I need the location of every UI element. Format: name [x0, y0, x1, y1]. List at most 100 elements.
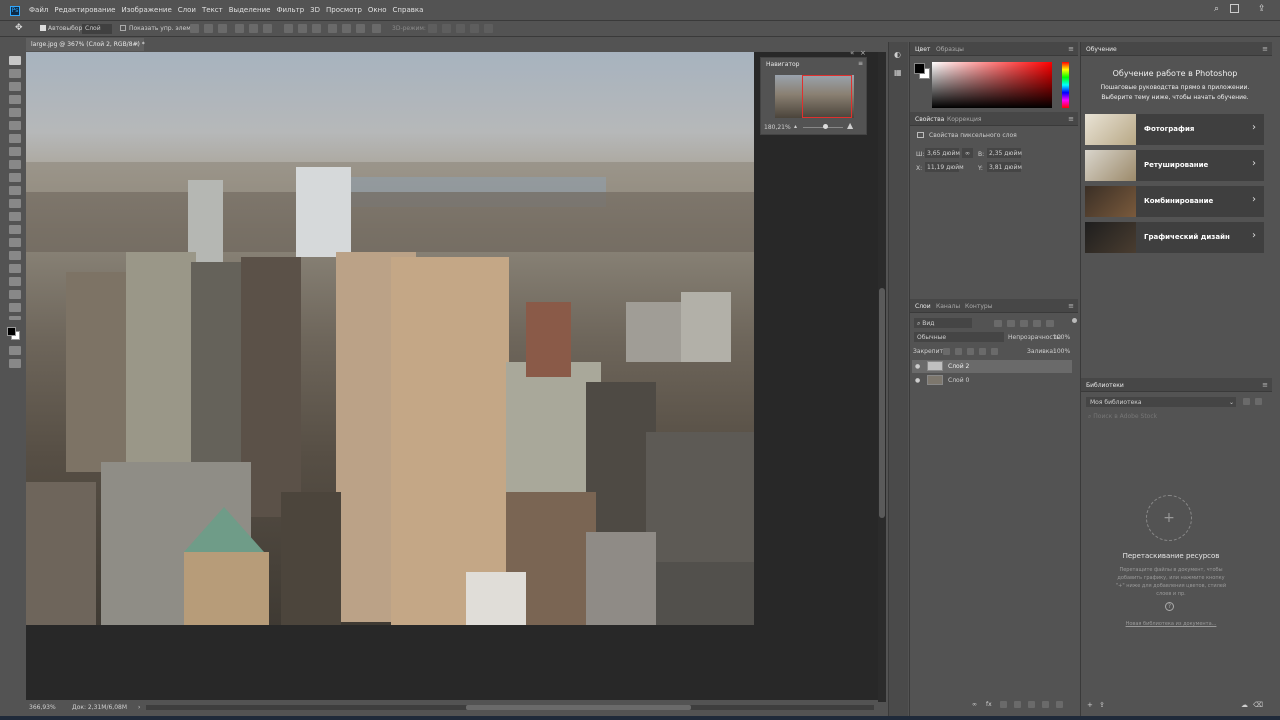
show-controls-checkbox[interactable] — [120, 25, 126, 31]
upload-icon[interactable]: ⇪ — [1099, 701, 1105, 709]
menu-help[interactable]: Справка — [393, 6, 424, 14]
dodge-tool-icon[interactable] — [9, 225, 21, 234]
panel-menu-icon[interactable]: ≡ — [1262, 381, 1268, 389]
delete-icon[interactable]: ⌫ — [1253, 701, 1263, 709]
brush-tool-icon[interactable] — [9, 147, 21, 156]
lock-all-icon[interactable] — [991, 348, 998, 355]
search-icon[interactable]: ⌕ — [1214, 4, 1219, 14]
eraser-tool-icon[interactable] — [9, 186, 21, 195]
marquee-tool-icon[interactable] — [9, 69, 21, 78]
move-tool-icon[interactable]: ✥ — [15, 23, 23, 33]
gradient-tool-icon[interactable] — [9, 199, 21, 208]
lock-artboard-icon[interactable] — [979, 348, 986, 355]
close-icon[interactable]: × — [134, 41, 139, 48]
horizontal-scroll-thumb[interactable] — [466, 705, 691, 710]
healing-tool-icon[interactable] — [9, 134, 21, 143]
vertical-scroll-thumb[interactable] — [879, 288, 885, 518]
close-panel-icon[interactable]: × — [860, 49, 866, 57]
menu-edit[interactable]: Редактирование — [54, 6, 115, 14]
navigator-zoom-handle[interactable] — [823, 124, 828, 129]
quick-select-tool-icon[interactable] — [9, 95, 21, 104]
menu-layers[interactable]: Слои — [178, 6, 196, 14]
link-icon[interactable]: ∞ — [962, 148, 973, 158]
filter-shape-icon[interactable] — [1033, 320, 1041, 327]
collapse-panels-icon[interactable]: « — [850, 49, 854, 57]
align-center-icon[interactable] — [204, 24, 213, 33]
menu-filter[interactable]: Фильтр — [276, 6, 304, 14]
filter-type-icon[interactable] — [1020, 320, 1028, 327]
hand-tool-icon[interactable] — [9, 290, 21, 299]
learn-topic-compositing[interactable]: Комбинирование › — [1085, 186, 1264, 217]
tab-properties[interactable]: Свойства — [915, 116, 944, 123]
tab-color[interactable]: Цвет — [915, 46, 930, 53]
share-icon[interactable]: ⇪ — [1258, 4, 1266, 14]
align-top-icon[interactable] — [235, 24, 244, 33]
3d-slide-icon[interactable] — [470, 24, 479, 33]
fill-input[interactable]: 100% — [1053, 348, 1070, 355]
new-layer-icon[interactable] — [1042, 701, 1049, 708]
filter-smart-icon[interactable] — [1046, 320, 1054, 327]
horizontal-scrollbar[interactable] — [146, 705, 874, 710]
panel-menu-icon[interactable]: ≡ — [1068, 45, 1074, 53]
add-content-icon[interactable]: + — [1087, 701, 1093, 709]
blur-tool-icon[interactable] — [9, 212, 21, 221]
tab-libraries[interactable]: Библиотеки — [1086, 382, 1124, 389]
add-asset-icon[interactable]: + — [1146, 495, 1192, 541]
stock-search-input[interactable]: ⌕ Поиск в Adobe Stock — [1086, 411, 1262, 421]
learn-topic-retouching[interactable]: Ретуширование › — [1085, 150, 1264, 181]
align-bottom-icon[interactable] — [263, 24, 272, 33]
delete-layer-icon[interactable] — [1056, 701, 1063, 708]
eyedropper-tool-icon[interactable] — [9, 121, 21, 130]
add-mask-icon[interactable] — [1000, 701, 1007, 708]
new-group-icon[interactable] — [1028, 701, 1035, 708]
opacity-input[interactable]: 100% — [1053, 334, 1070, 341]
autoselect-checkbox[interactable] — [40, 25, 46, 31]
menu-type[interactable]: Текст — [202, 6, 223, 14]
move-tool-icon[interactable] — [9, 56, 21, 65]
distribute-3-icon[interactable] — [312, 24, 321, 33]
panel-menu-icon[interactable]: ≡ — [858, 60, 863, 67]
workspace-icon[interactable] — [1230, 4, 1239, 13]
zoom-in-icon[interactable]: ▲ — [847, 121, 853, 130]
menu-image[interactable]: Изображение — [121, 6, 171, 14]
navigator-zoom-value[interactable]: 180,21% — [764, 124, 791, 131]
history-brush-tool-icon[interactable] — [9, 173, 21, 182]
visibility-eye-icon[interactable]: ● — [915, 377, 920, 384]
color-swatches[interactable] — [6, 326, 24, 342]
height-input[interactable]: 2,35 дюйм — [987, 148, 1022, 158]
distribute-5-icon[interactable] — [342, 24, 351, 33]
tab-learn[interactable]: Обучение — [1086, 46, 1117, 53]
stamp-tool-icon[interactable] — [9, 160, 21, 169]
filter-pixel-icon[interactable] — [994, 320, 1002, 327]
3d-scale-icon[interactable] — [484, 24, 493, 33]
navigator-view-rect[interactable] — [802, 75, 852, 118]
zoom-tool-icon[interactable] — [9, 303, 21, 312]
distribute-1-icon[interactable] — [284, 24, 293, 33]
status-chevron-icon[interactable]: › — [138, 704, 140, 711]
foreground-color-swatch[interactable] — [7, 327, 16, 336]
foreground-color-swatch[interactable] — [914, 63, 925, 74]
align-right-icon[interactable] — [218, 24, 227, 33]
color-panel-icon[interactable]: ◐ — [894, 50, 901, 59]
panel-menu-icon[interactable]: ≡ — [1262, 45, 1268, 53]
learn-topic-photography[interactable]: Фотография › — [1085, 114, 1264, 145]
tab-channels[interactable]: Каналы — [936, 303, 960, 310]
lock-position-icon[interactable] — [967, 348, 974, 355]
layer-filter-dropdown[interactable]: ⌕ Вид — [914, 318, 972, 328]
tab-swatches[interactable]: Образцы — [936, 46, 964, 53]
vertical-scrollbar[interactable] — [878, 52, 886, 702]
crop-tool-icon[interactable] — [9, 108, 21, 117]
panel-menu-icon[interactable]: ≡ — [1068, 302, 1074, 310]
type-tool-icon[interactable] — [9, 251, 21, 260]
layer-row-selected[interactable]: ● Слой 2 — [912, 360, 1072, 373]
tab-adjustments[interactable]: Коррекция — [947, 116, 981, 123]
blend-mode-dropdown[interactable]: Обычные — [914, 332, 1004, 342]
zoom-out-icon[interactable]: ▴ — [794, 123, 797, 130]
filter-adjustment-icon[interactable] — [1007, 320, 1015, 327]
lasso-tool-icon[interactable] — [9, 82, 21, 91]
help-icon[interactable]: ? — [1165, 602, 1174, 611]
screen-mode-icon[interactable] — [9, 359, 21, 368]
new-library-from-document-link[interactable]: Новая библиотека из документа... — [1081, 621, 1261, 627]
adjustment-layer-icon[interactable] — [1014, 701, 1021, 708]
menu-view[interactable]: Просмотр — [326, 6, 362, 14]
